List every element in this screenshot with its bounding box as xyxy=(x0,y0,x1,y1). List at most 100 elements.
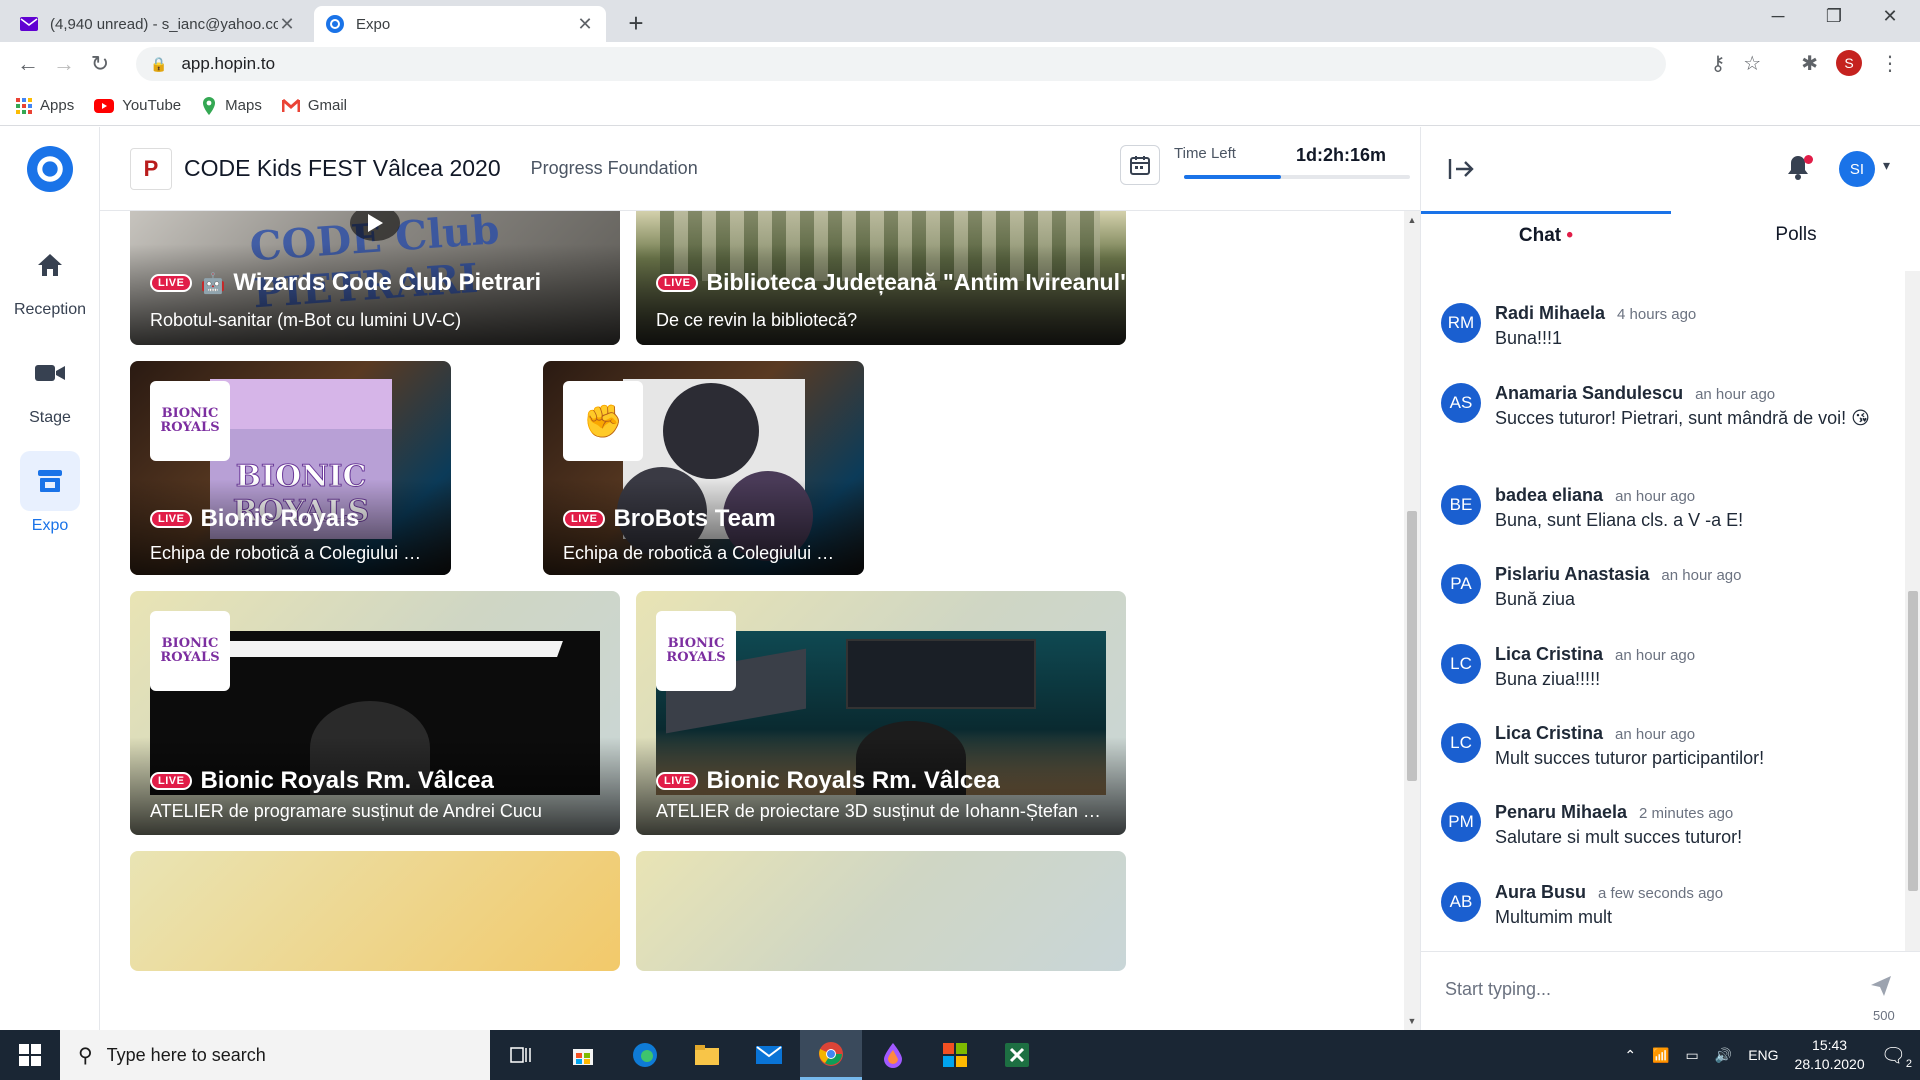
tab-expo[interactable]: Expo ✕ xyxy=(314,6,606,42)
message-time: an hour ago xyxy=(1615,647,1696,664)
paint-drop-icon[interactable] xyxy=(862,1030,924,1080)
chrome-icon[interactable] xyxy=(800,1030,862,1080)
bookmark-apps[interactable]: Apps xyxy=(16,97,74,114)
menu-dots-icon[interactable]: ⋮ xyxy=(1880,51,1900,76)
avatar[interactable]: BE xyxy=(1441,485,1481,525)
avatar[interactable]: AS xyxy=(1441,383,1481,423)
app-navigation: Reception Stage Expo xyxy=(0,127,100,1030)
bookmark-youtube[interactable]: YouTube xyxy=(94,97,181,114)
hopin-logo[interactable] xyxy=(22,141,78,197)
message-author[interactable]: Lica Cristina xyxy=(1495,723,1603,744)
chat-message: RM Radi Mihaela 4 hours ago Buna!!!1 xyxy=(1441,303,1895,349)
bookmark-gmail[interactable]: Gmail xyxy=(281,97,347,114)
booth-card[interactable]: BIONIC ROYALS LIVE Bionic Royals Rm. Vâlc… xyxy=(130,591,620,835)
taskbar-search[interactable]: ⚲ Type here to search xyxy=(60,1030,490,1080)
extensions-icon[interactable]: ✱ xyxy=(1801,51,1818,76)
task-view-icon[interactable] xyxy=(490,1030,552,1080)
calendar-icon[interactable] xyxy=(1120,145,1160,185)
booth-card[interactable]: ✊ LIVE BroBots Team Echipa de robotică a … xyxy=(543,361,864,575)
file-explorer-icon[interactable] xyxy=(676,1030,738,1080)
chevron-down-icon[interactable]: ▾ xyxy=(1883,157,1890,174)
close-tab-icon[interactable]: ✕ xyxy=(278,14,296,35)
scroll-down-icon[interactable]: ▼ xyxy=(1404,1016,1420,1026)
forward-icon[interactable]: → xyxy=(46,51,82,77)
avatar[interactable]: RM xyxy=(1441,303,1481,343)
network-icon[interactable]: 📶 xyxy=(1652,1047,1669,1064)
message-author[interactable]: Lica Cristina xyxy=(1495,644,1603,665)
system-tray: ⌃ 📶 ▭ 🔊 ENG 15:43 28.10.2020 🗨 2 xyxy=(1624,1030,1920,1080)
bookmark-maps[interactable]: Maps xyxy=(201,96,262,115)
language-indicator[interactable]: ENG xyxy=(1748,1047,1778,1063)
store-icon[interactable] xyxy=(552,1030,614,1080)
edge-icon[interactable] xyxy=(614,1030,676,1080)
send-icon[interactable] xyxy=(1869,974,1897,1002)
office-app-icon[interactable] xyxy=(924,1030,986,1080)
new-tab-button[interactable]: + xyxy=(620,8,652,39)
battery-icon[interactable]: ▭ xyxy=(1686,1047,1699,1064)
back-icon[interactable]: ← xyxy=(10,51,46,77)
event-logo[interactable]: P xyxy=(130,147,172,190)
star-icon[interactable]: ☆ xyxy=(1743,51,1761,76)
tab-chat[interactable]: Chat • xyxy=(1421,211,1671,261)
scroll-thumb[interactable] xyxy=(1407,511,1417,781)
notification-center-icon[interactable]: 🗨 2 xyxy=(1881,1043,1912,1070)
maximize-icon[interactable]: ❐ xyxy=(1814,6,1854,27)
clock[interactable]: 15:43 28.10.2020 xyxy=(1795,1036,1865,1074)
tab-title: (4,940 unread) - s_ianc@yahoo.com xyxy=(50,15,278,33)
notifications-bell-icon[interactable] xyxy=(1785,153,1817,185)
video-camera-icon xyxy=(20,343,80,403)
scroll-up-icon[interactable]: ▲ xyxy=(1404,215,1420,225)
tab-polls[interactable]: Polls xyxy=(1671,211,1920,261)
booth-name: BroBots Team xyxy=(613,505,776,532)
sidebar-tabs: Chat • Polls xyxy=(1421,211,1920,261)
message-author[interactable]: Anamaria Sandulescu xyxy=(1495,383,1683,404)
message-time: an hour ago xyxy=(1615,726,1696,743)
url-bar[interactable]: 🔒 app.hopin.to xyxy=(136,47,1666,81)
booth-card[interactable]: BIONIC ROYALS BIONIC ROYALS LIVEBionic R… xyxy=(130,361,451,575)
chat-scroll-thumb[interactable] xyxy=(1908,591,1918,891)
message-author[interactable]: Radi Mihaela xyxy=(1495,303,1605,324)
chat-scrollbar[interactable] xyxy=(1905,271,1920,951)
nav-reception[interactable]: Reception xyxy=(0,235,100,319)
volume-icon[interactable]: 🔊 xyxy=(1715,1047,1732,1064)
expo-booth-grid: CODE Club PIETRARI LIVE🤖Wizards Code Clu… xyxy=(100,211,1404,1030)
avatar[interactable]: PA xyxy=(1441,564,1481,604)
message-author[interactable]: Penaru Mihaela xyxy=(1495,802,1627,823)
minimize-icon[interactable]: ─ xyxy=(1758,6,1798,27)
nav-stage[interactable]: Stage xyxy=(0,343,100,427)
booth-card[interactable]: LIVE Biblioteca Județeană "Antim Ivireanu… xyxy=(636,211,1126,345)
time-left-progress xyxy=(1184,175,1410,179)
tab-yahoo-mail[interactable]: (4,940 unread) - s_ianc@yahoo.com ✕ xyxy=(8,6,308,42)
mail-icon[interactable] xyxy=(738,1030,800,1080)
collapse-sidebar-icon[interactable] xyxy=(1445,153,1477,185)
reload-icon[interactable]: ↻ xyxy=(82,51,118,77)
chevron-up-icon[interactable]: ⌃ xyxy=(1624,1047,1636,1064)
chat-input[interactable] xyxy=(1445,974,1845,1004)
user-avatar[interactable]: SI xyxy=(1839,151,1875,187)
avatar[interactable]: PM xyxy=(1441,802,1481,842)
booth-card[interactable]: BIONIC ROYALS LIVE Bionic Royals Rm. Vâlc… xyxy=(636,591,1126,835)
message-text: Salutare si mult succes tuturor! xyxy=(1495,827,1743,847)
avatar[interactable]: LC xyxy=(1441,723,1481,763)
booth-name: Bionic Royals xyxy=(200,505,360,532)
avatar[interactable]: AB xyxy=(1441,882,1481,922)
booth-card[interactable]: CODE Club PIETRARI LIVE🤖Wizards Code Clu… xyxy=(130,211,620,345)
key-icon[interactable]: ⚷ xyxy=(1711,51,1726,76)
avatar[interactable]: LC xyxy=(1441,644,1481,684)
close-window-icon[interactable]: ✕ xyxy=(1870,6,1910,27)
live-badge: LIVE xyxy=(656,273,699,292)
profile-avatar[interactable]: S xyxy=(1836,50,1862,76)
chat-messages: RM Radi Mihaela 4 hours ago Buna!!!1 AS An… xyxy=(1421,271,1905,951)
booth-card[interactable] xyxy=(636,851,1126,971)
nav-expo[interactable]: Expo xyxy=(0,451,100,535)
event-organizer[interactable]: Progress Foundation xyxy=(531,158,698,179)
excel-icon[interactable] xyxy=(986,1030,1048,1080)
message-author[interactable]: badea eliana xyxy=(1495,485,1603,506)
booth-card[interactable] xyxy=(130,851,620,971)
content-scrollbar[interactable]: ▲ ▼ xyxy=(1404,211,1420,1030)
close-tab-icon[interactable]: ✕ xyxy=(576,14,594,35)
windows-start-icon[interactable] xyxy=(0,1030,60,1080)
message-author[interactable]: Pislariu Anastasia xyxy=(1495,564,1649,585)
message-author[interactable]: Aura Busu xyxy=(1495,882,1586,903)
message-text: Succes tuturor! Pietrari, sunt mândră de… xyxy=(1495,408,1870,428)
